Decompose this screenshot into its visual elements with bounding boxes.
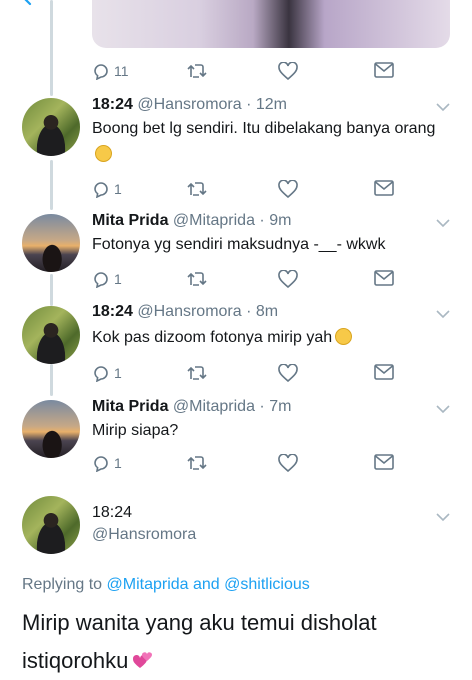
retweet-icon: [187, 456, 207, 470]
like-button[interactable]: [278, 62, 298, 80]
retweet-button[interactable]: [186, 364, 208, 382]
chevron-down-icon[interactable]: [436, 512, 450, 522]
retweet-icon: [187, 182, 207, 196]
retweet-button[interactable]: [186, 270, 208, 288]
heart-icon: [278, 62, 298, 80]
reply-button[interactable]: 1: [92, 270, 122, 288]
reply-count: 1: [114, 271, 122, 287]
like-button[interactable]: [278, 364, 298, 382]
username[interactable]: @Mitaprida: [173, 398, 255, 415]
reply-button[interactable]: 1: [92, 180, 122, 198]
dm-button[interactable]: [374, 270, 394, 286]
tweet-header: Mita Prida @Mitaprida · 7m: [92, 398, 292, 415]
tweet-actions: 1: [92, 180, 402, 200]
dm-button[interactable]: [374, 180, 394, 196]
username[interactable]: @Hansromora: [137, 303, 241, 320]
display-name[interactable]: 18:24: [92, 504, 132, 522]
reply-icon: [94, 366, 108, 382]
display-name[interactable]: 18:24: [92, 96, 133, 113]
tweet-media-image[interactable]: [92, 0, 450, 48]
retweet-button[interactable]: [186, 62, 208, 80]
reply-icon: [94, 64, 108, 80]
reply-count: 1: [114, 455, 122, 471]
focused-tweet-text: Mirip wanita yang aku temui disholat ist…: [22, 610, 377, 673]
tweet-text: Boong bet lg sendiri. Itu dibelakang ban…: [92, 116, 442, 168]
reply-icon: [94, 182, 108, 198]
display-name[interactable]: Mita Prida: [92, 398, 168, 415]
chevron-down-icon[interactable]: [436, 309, 450, 319]
username[interactable]: @Hansromora: [92, 526, 196, 544]
reply-icon: [94, 456, 108, 472]
dm-button[interactable]: [374, 454, 394, 470]
tweet-text: Fotonya yg sendiri maksudnya -__- wkwk: [92, 236, 386, 253]
chevron-down-icon[interactable]: [436, 218, 450, 228]
reply-count: 11: [114, 63, 129, 79]
reply-button[interactable]: 11: [92, 62, 129, 80]
chevron-down-icon[interactable]: [436, 102, 450, 112]
thread-line: [50, 160, 53, 210]
replying-to: Replying to @Mitaprida and @shitlicious: [22, 576, 310, 593]
tweet-actions: 1: [92, 364, 402, 384]
timestamp: 7m: [269, 398, 292, 415]
heart-icon: [278, 270, 298, 288]
dm-button[interactable]: [374, 62, 394, 78]
thread-line: [50, 0, 53, 96]
tweet-header: 18:24 @Hansromora · 12m: [92, 96, 287, 113]
heart-icon: [278, 454, 298, 472]
chevron-down-icon[interactable]: [436, 404, 450, 414]
thread-line: [50, 364, 53, 396]
mail-icon: [374, 454, 394, 470]
heart-icon: [278, 364, 298, 382]
retweet-button[interactable]: [186, 454, 208, 472]
mail-icon: [374, 180, 394, 196]
tweet-actions: 1: [92, 454, 402, 474]
two-hearts-icon: [133, 652, 153, 668]
mail-icon: [374, 364, 394, 380]
mail-icon: [374, 270, 394, 286]
display-name[interactable]: Mita Prida: [92, 212, 168, 229]
like-button[interactable]: [278, 180, 298, 198]
dm-button[interactable]: [374, 364, 394, 380]
username[interactable]: @Mitaprida: [173, 212, 255, 229]
username[interactable]: @Hansromora: [137, 96, 241, 113]
tweet-actions: 1: [92, 270, 402, 290]
tweet-text: Kok pas dizoom fotonya mirip yah: [92, 325, 442, 351]
thread-line: [50, 274, 53, 306]
timestamp: 12m: [255, 96, 287, 113]
tweet-header: Mita Prida @Mitaprida · 9m: [92, 212, 292, 229]
tweet-actions: 11: [92, 62, 402, 82]
sad-relieved-face-icon: [335, 328, 353, 345]
retweet-icon: [187, 366, 207, 380]
tweet-header: 18:24 @Hansromora · 8m: [92, 303, 279, 320]
reply-button[interactable]: 1: [92, 364, 122, 382]
retweet-icon: [187, 272, 207, 286]
avatar[interactable]: [22, 400, 80, 458]
heart-icon: [278, 180, 298, 198]
avatar[interactable]: [22, 306, 80, 364]
mention-link[interactable]: @Mitaprida: [107, 576, 189, 593]
like-button[interactable]: [278, 270, 298, 288]
timestamp: 8m: [255, 303, 279, 320]
retweet-button[interactable]: [186, 180, 208, 198]
avatar[interactable]: [22, 214, 80, 272]
display-name[interactable]: 18:24: [92, 303, 133, 320]
face-with-rolling-eyes-icon: [95, 145, 112, 162]
avatar[interactable]: [22, 98, 80, 156]
reply-count: 1: [114, 365, 122, 381]
like-button[interactable]: [278, 454, 298, 472]
reply-count: 1: [114, 181, 122, 197]
reply-button[interactable]: 1: [92, 454, 122, 472]
avatar[interactable]: [22, 496, 80, 554]
mail-icon: [374, 62, 394, 78]
tweet-text: Mirip siapa?: [92, 422, 179, 439]
retweet-icon: [187, 64, 207, 78]
timestamp: 9m: [269, 212, 292, 229]
mention-link[interactable]: @shitlicious: [224, 576, 310, 593]
reply-icon: [94, 272, 108, 288]
